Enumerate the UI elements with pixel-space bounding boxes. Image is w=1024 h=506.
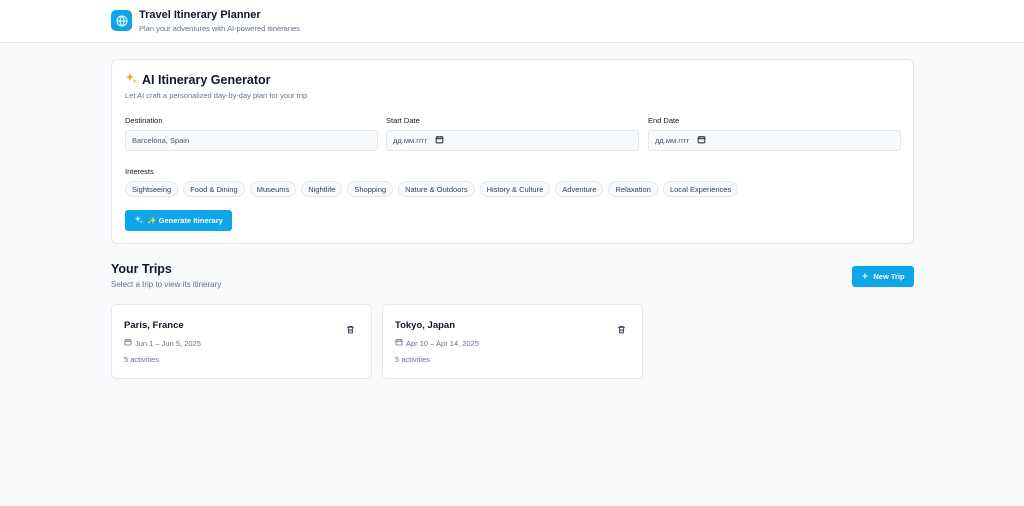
generator-title-text: AI Itinerary Generator <box>142 72 271 87</box>
trips-title: Your Trips <box>111 262 172 276</box>
app-title: Travel Itinerary Planner <box>139 9 261 21</box>
destination-input[interactable]: Barcelona, Spain <box>125 130 378 151</box>
app-subtitle: Plan your adventures with AI-powered iti… <box>139 24 300 33</box>
sparkles-icon <box>125 72 137 87</box>
globe-icon <box>111 10 132 31</box>
trip-dates-text: Jun 1 – Jun 5, 2025 <box>135 338 201 348</box>
trip-card-tokyo[interactable]: Tokyo, Japan Apr 10 – Apr 14, 2025 5 act… <box>382 304 643 379</box>
start-date-placeholder: дд.мм.гггг <box>393 136 428 145</box>
generate-itinerary-button[interactable]: ✨ Generate Itinerary <box>125 210 232 231</box>
interest-chip-relaxation[interactable]: Relaxation <box>608 181 658 197</box>
interest-chip-local-experiences[interactable]: Local Experiences <box>662 181 739 197</box>
interest-chip-shopping[interactable]: Shopping <box>347 181 394 197</box>
new-trip-label: New Trip <box>873 272 905 281</box>
end-date-placeholder: дд.мм.гггг <box>655 136 690 145</box>
interest-chip-food-dining[interactable]: Food & Dining <box>183 181 245 197</box>
end-date-label: End Date <box>648 116 680 125</box>
new-trip-button[interactable]: New Trip <box>852 266 914 287</box>
trash-icon[interactable] <box>346 321 355 339</box>
calendar-icon[interactable] <box>697 135 706 146</box>
end-date-input[interactable]: дд.мм.гггг <box>648 130 901 151</box>
interest-chip-museums[interactable]: Museums <box>249 181 297 197</box>
calendar-icon[interactable] <box>435 135 444 146</box>
interest-chip-adventure[interactable]: Adventure <box>555 181 604 197</box>
trip-activity-count: 5 activities <box>124 355 160 364</box>
interests-label: Interests <box>125 167 154 176</box>
interest-chip-nature-outdoors[interactable]: Nature & Outdoors <box>398 181 475 197</box>
trip-name: Paris, France <box>124 320 184 331</box>
interest-chips: Sightseeing Food & Dining Museums Nightl… <box>125 181 739 197</box>
generate-button-label: ✨ Generate Itinerary <box>147 216 223 225</box>
itinerary-generator-card: AI Itinerary Generator Let AI craft a pe… <box>111 59 914 244</box>
sparkles-icon <box>134 215 143 226</box>
calendar-icon <box>395 338 403 348</box>
trip-dates: Jun 1 – Jun 5, 2025 <box>124 338 201 348</box>
start-date-label: Start Date <box>386 116 420 125</box>
calendar-icon <box>124 338 132 348</box>
destination-value: Barcelona, Spain <box>132 136 190 145</box>
destination-label: Destination <box>125 116 163 125</box>
trip-activity-count: 5 activities <box>395 355 431 364</box>
trip-card-paris[interactable]: Paris, France Jun 1 – Jun 5, 2025 5 acti… <box>111 304 372 379</box>
trip-name: Tokyo, Japan <box>395 320 456 331</box>
generator-subtitle: Let AI craft a personalized day-by-day p… <box>125 91 308 100</box>
plus-icon <box>861 272 869 282</box>
interest-chip-history-culture[interactable]: History & Culture <box>479 181 551 197</box>
app-header: Travel Itinerary Planner Plan your adven… <box>0 0 1024 43</box>
interest-chip-nightlife[interactable]: Nightlife <box>301 181 343 197</box>
trip-dates: Apr 10 – Apr 14, 2025 <box>395 338 479 348</box>
trip-dates-text: Apr 10 – Apr 14, 2025 <box>406 338 479 348</box>
trash-icon[interactable] <box>617 321 626 339</box>
start-date-input[interactable]: дд.мм.гггг <box>386 130 639 151</box>
interest-chip-sightseeing[interactable]: Sightseeing <box>125 181 179 197</box>
generator-title: AI Itinerary Generator <box>125 72 271 87</box>
trips-subtitle: Select a trip to view its itinerary <box>111 280 222 289</box>
